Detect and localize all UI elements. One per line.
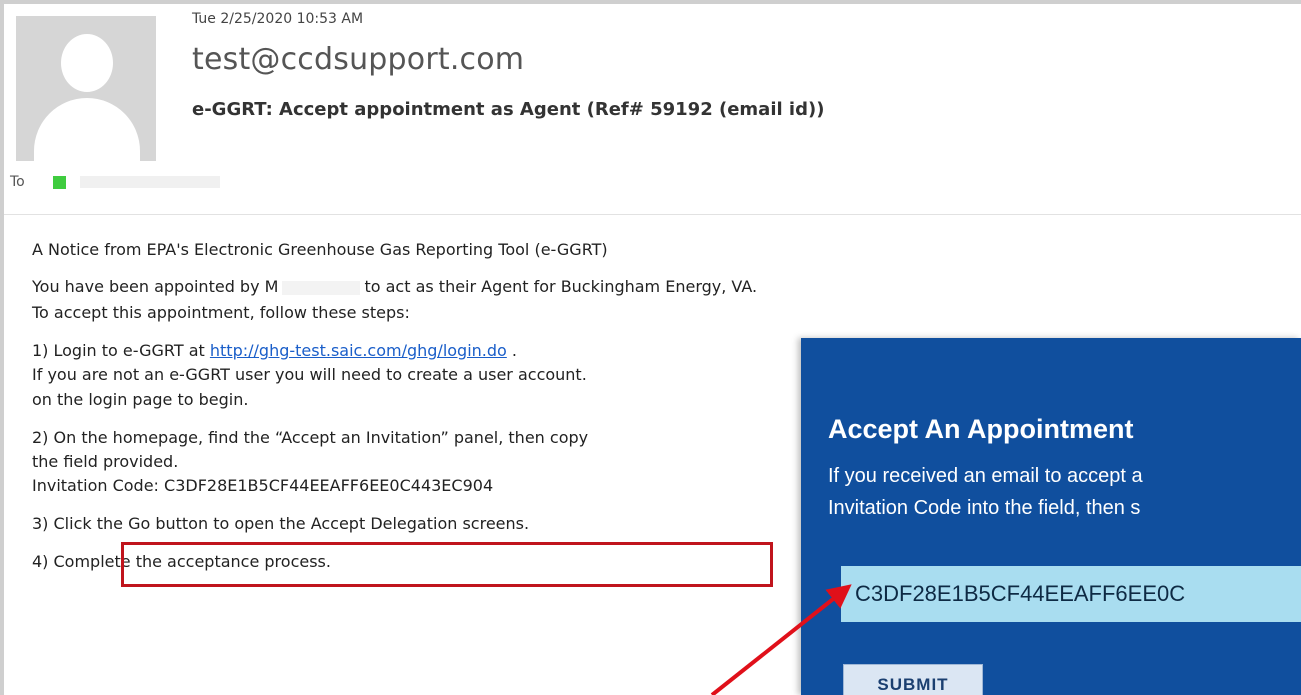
panel-desc-line2: Invitation Code into the field, then s	[828, 497, 1141, 519]
email-date: Tue 2/25/2020 10:53 AM	[192, 11, 364, 27]
invitation-code-highlight	[121, 542, 773, 587]
email-sender[interactable]: test@ccdsupport.com	[192, 42, 524, 77]
step2-line1: 2) On the homepage, find the “Accept an …	[32, 428, 589, 447]
presence-status-icon	[52, 175, 66, 189]
panel-description: If you received an email to accept a Inv…	[828, 460, 1143, 524]
step2-line2: the field provided.	[32, 452, 179, 471]
avatar-head-shape	[61, 34, 113, 92]
to-label: To	[10, 174, 25, 190]
step3-line: 3) Click the Go button to open the Accep…	[32, 514, 530, 533]
step1-prefix: 1) Login to e-GGRT at	[32, 341, 210, 360]
avatar-body-shape	[34, 98, 140, 161]
email-recipients: To	[10, 174, 220, 190]
email-subject: e-GGRT: Accept appointment as Agent (Ref…	[192, 99, 825, 120]
invitation-code-input[interactable]	[841, 566, 1301, 622]
accept-appointment-panel: Accept An Appointment If you received an…	[801, 338, 1301, 695]
appointed-prefix: You have been appointed by M	[32, 277, 279, 296]
notice-line: A Notice from EPA's Electronic Greenhous…	[32, 240, 608, 259]
sender-avatar	[16, 16, 156, 161]
submit-button[interactable]: SUBMIT	[843, 664, 983, 695]
step1-suffix: .	[506, 341, 517, 360]
appointed-line: You have been appointed by M to act as th…	[32, 275, 757, 299]
email-header: Tue 2/25/2020 10:53 AM test@ccdsupport.c…	[4, 4, 1301, 214]
redacted-name	[282, 280, 361, 295]
accept-intro-line: To accept this appointment, follow these…	[32, 303, 410, 322]
panel-title: Accept An Appointment	[828, 414, 1134, 444]
login-link[interactable]: http://ghg-test.saic.com/ghg/login.do	[210, 341, 507, 360]
panel-desc-line1: If you received an email to accept a	[828, 465, 1143, 487]
step1-line2: If you are not an e-GGRT user you will n…	[32, 365, 587, 384]
header-divider	[4, 214, 1301, 215]
step1-line3: on the login page to begin.	[32, 390, 249, 409]
appointed-suffix: to act as their Agent for Buckingham Ene…	[364, 277, 758, 296]
recipient-name-redacted[interactable]	[79, 176, 220, 188]
invitation-code-line: Invitation Code: C3DF28E1B5CF44EEAFF6EE0…	[32, 476, 494, 495]
step1-line: 1) Login to e-GGRT at http://ghg-test.sa…	[32, 339, 517, 363]
